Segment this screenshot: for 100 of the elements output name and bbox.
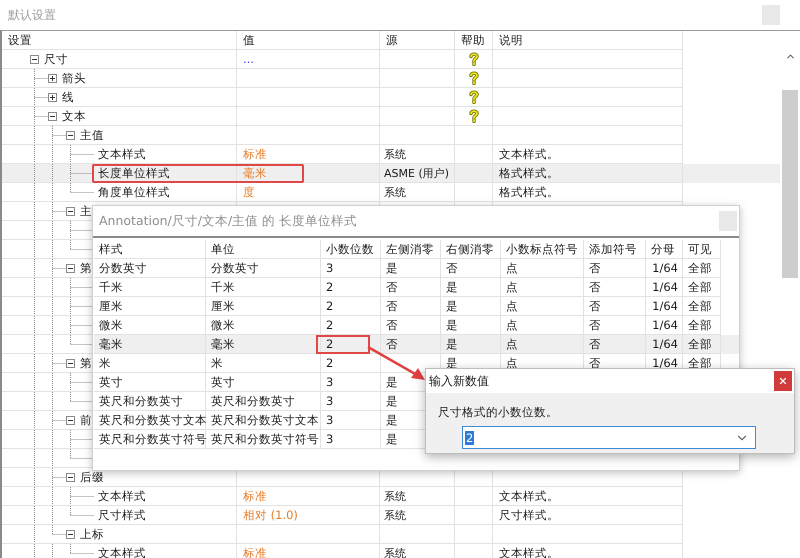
- table-cell: 是: [446, 298, 458, 314]
- column-header[interactable]: 分母: [646, 240, 683, 259]
- table-cell: 米: [211, 356, 223, 370]
- tree-line: [34, 316, 94, 334]
- table-cell: 英寸: [99, 374, 123, 390]
- setting-name: 文本样式: [98, 546, 146, 558]
- column-header[interactable]: 可见: [683, 240, 721, 259]
- tree-row[interactable]: 文本: [2, 107, 780, 126]
- table-cell: 全部: [688, 280, 712, 294]
- table-cell: 2: [326, 280, 334, 294]
- setting-description: 文本样式。: [499, 488, 559, 504]
- setting-source: ASME (用户): [384, 166, 450, 180]
- tree-line: [34, 297, 94, 315]
- expand-icon[interactable]: [48, 92, 57, 102]
- collapse-icon[interactable]: [66, 358, 75, 368]
- table-cell: 1/64: [652, 299, 678, 313]
- setting-name: 尺寸样式: [98, 508, 146, 522]
- tree-row[interactable]: 箭头: [2, 69, 780, 88]
- column-header[interactable]: 值: [237, 31, 380, 50]
- collapse-icon[interactable]: [48, 112, 57, 120]
- collapse-icon[interactable]: [66, 206, 75, 216]
- table-cell: 否: [589, 280, 601, 294]
- collapse-icon[interactable]: [66, 472, 75, 482]
- tree-row[interactable]: 文本样式 标准 系统 文本样式。: [2, 544, 780, 558]
- style-row[interactable]: 厘米 厘米 2 否 是 点 否 1/64 全部: [94, 297, 739, 316]
- table-cell: 否: [386, 318, 398, 332]
- setting-name: 箭头: [62, 70, 86, 86]
- value-combobox[interactable]: 2: [462, 426, 756, 449]
- column-header[interactable]: 设置: [2, 31, 237, 50]
- table-cell: 否: [589, 298, 601, 314]
- setting-description: 文本样式。: [499, 146, 559, 162]
- table-cell: 1/64: [652, 261, 678, 275]
- tree-row[interactable]: 角度单位样式 度 系统 格式样式。: [2, 183, 780, 202]
- table-cell: 英尺和分数英寸符号: [211, 432, 319, 446]
- table-cell: 3: [326, 432, 334, 446]
- setting-value: 度: [243, 184, 255, 200]
- setting-name: 尺寸: [44, 52, 68, 66]
- column-header[interactable]: 单位: [206, 240, 321, 259]
- table-cell: 1/64: [652, 356, 678, 370]
- column-header[interactable]: 小数位数: [321, 240, 381, 259]
- table-cell: 3: [326, 394, 334, 408]
- setting-value: 标准: [243, 546, 267, 558]
- table-cell: 否: [589, 260, 601, 276]
- collapse-icon[interactable]: [30, 54, 39, 64]
- tree-row[interactable]: 尺寸 ...: [2, 50, 780, 69]
- tree-row[interactable]: 文本样式 标准 系统 文本样式。: [2, 487, 780, 506]
- table-cell: 厘米: [99, 298, 123, 314]
- table-cell: 2: [326, 337, 334, 351]
- table-cell: 是: [386, 412, 398, 428]
- close-icon[interactable]: [778, 376, 788, 386]
- setting-name: 文本样式: [98, 488, 146, 504]
- expand-icon[interactable]: [48, 74, 57, 82]
- close-button[interactable]: [774, 371, 792, 391]
- table-cell: 全部: [688, 336, 712, 352]
- style-row[interactable]: 千米 千米 2 否 是 点 否 1/64 全部: [94, 278, 739, 297]
- style-row[interactable]: 毫米 毫米 2 否 是 点 否 1/64 全部: [94, 335, 739, 354]
- setting-value: 相对 (1.0): [243, 508, 298, 522]
- table-cell: 1/64: [652, 280, 678, 294]
- table-cell: 1/64: [652, 318, 678, 332]
- table-cell: 否: [386, 298, 398, 314]
- table-cell: 点: [506, 336, 518, 352]
- help-icon[interactable]: [468, 52, 478, 66]
- setting-source: 系统: [384, 488, 406, 504]
- column-header[interactable]: 添加符号: [584, 240, 646, 259]
- column-header[interactable]: 小数标点符号: [501, 240, 584, 259]
- setting-source: 系统: [384, 546, 406, 558]
- table-cell: 否: [589, 336, 601, 352]
- tree-row[interactable]: 线: [2, 88, 780, 107]
- tree-row[interactable]: 主值: [2, 126, 780, 145]
- column-header[interactable]: 左侧消零: [381, 240, 441, 259]
- table-cell: 否: [386, 336, 398, 352]
- style-row[interactable]: 分数英寸 分数英寸 3 是 否 点 否 1/64 全部: [94, 259, 739, 278]
- help-icon[interactable]: [468, 90, 478, 104]
- collapse-icon[interactable]: [66, 416, 75, 424]
- tree-row[interactable]: 尺寸样式 相对 (1.0) 系统 尺寸样式。: [2, 506, 780, 525]
- tree-row[interactable]: 长度单位样式 毫米 ASME (用户) 格式样式。: [2, 164, 780, 183]
- table-cell: 否: [589, 356, 601, 370]
- table-cell: 英尺和分数英寸符号: [99, 432, 207, 446]
- setting-source: 系统: [384, 508, 406, 522]
- table-cell: 点: [506, 280, 518, 294]
- collapse-icon[interactable]: [66, 264, 75, 272]
- setting-description: 格式样式。: [499, 166, 559, 180]
- collapse-icon[interactable]: [66, 130, 75, 140]
- column-header[interactable]: 源: [380, 31, 455, 50]
- help-icon[interactable]: [468, 109, 478, 123]
- table-cell: 是: [386, 374, 398, 390]
- dialog-title: Annotation/尺寸/文本/主值 的 长度单位样式: [99, 212, 358, 230]
- column-header[interactable]: 右侧消零: [441, 240, 501, 259]
- column-header[interactable]: 样式: [94, 240, 206, 259]
- table-cell: 厘米: [211, 298, 235, 314]
- column-header[interactable]: 说明: [493, 31, 683, 50]
- scrollbar-thumb[interactable]: [782, 90, 798, 278]
- table-cell: 2: [326, 299, 334, 313]
- table-cell: 英尺和分数英寸文本: [211, 412, 319, 428]
- table-cell: 微米: [211, 318, 235, 332]
- column-header[interactable]: 帮助: [455, 31, 493, 50]
- tree-row[interactable]: 上标: [2, 525, 780, 544]
- setting-name: 第: [80, 356, 92, 370]
- help-icon[interactable]: [468, 71, 478, 85]
- collapse-icon[interactable]: [66, 530, 75, 538]
